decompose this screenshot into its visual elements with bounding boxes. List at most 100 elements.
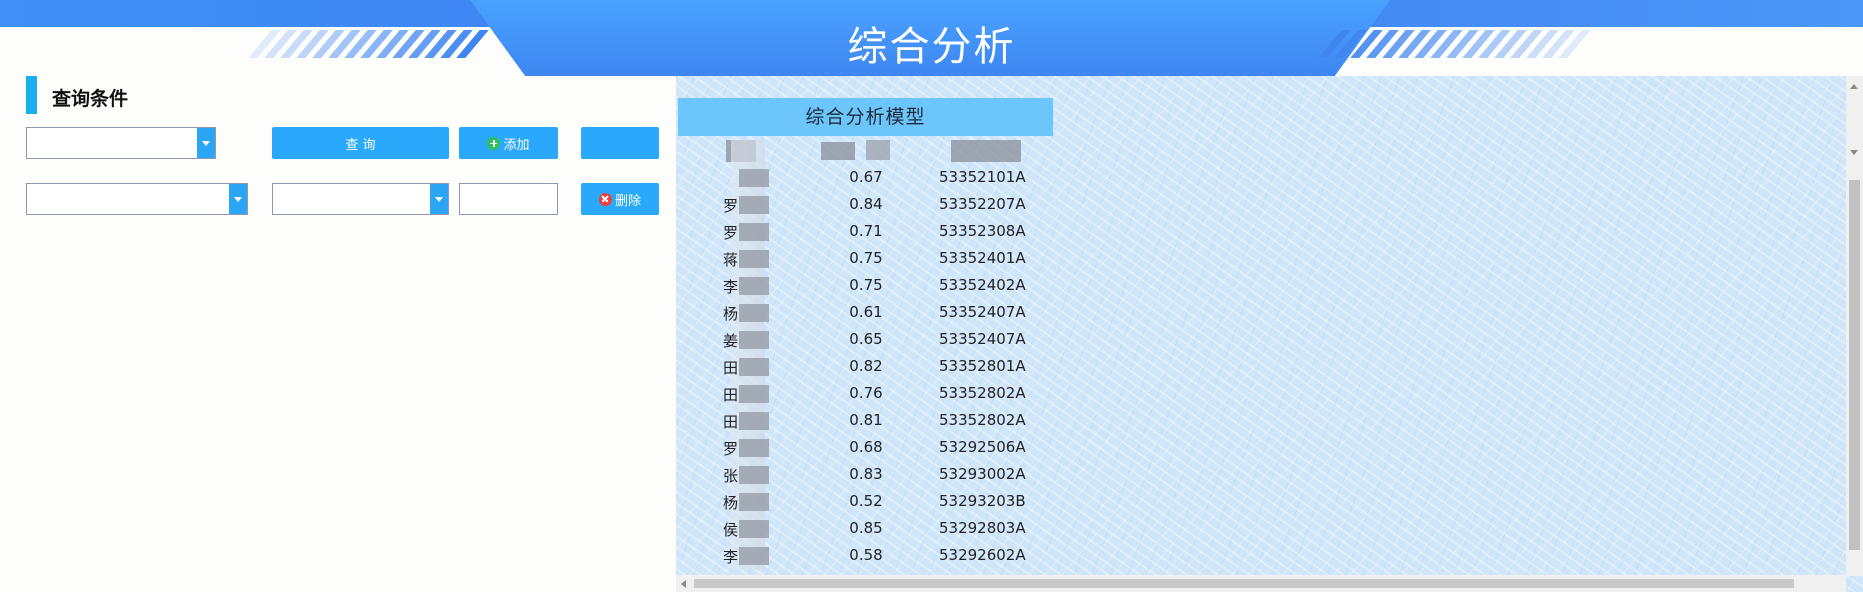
row-code: 53352407A [939, 303, 1026, 321]
table-row: 罗 0.84 53352207A [676, 192, 1056, 219]
table-row: 田 0.76 53352802A [676, 381, 1056, 408]
row-code: 53352801A [939, 357, 1026, 375]
redaction-mask [739, 412, 769, 430]
query-text-input[interactable] [459, 183, 558, 215]
scroll-up-icon[interactable] [1850, 84, 1858, 89]
query-section-title: 查询条件 [52, 88, 129, 110]
table-row: 罗 0.71 53352308A [676, 219, 1056, 246]
row-code: 53352802A [939, 384, 1026, 402]
page-title: 综合分析 [847, 24, 1016, 70]
row-name: 杨 [723, 492, 783, 513]
row-score: 0.52 [849, 492, 883, 510]
row-code: 53293002A [939, 465, 1026, 483]
blank-button[interactable] [581, 127, 659, 159]
table-row: 田 0.82 53352801A [676, 354, 1056, 381]
row-name: 姜 [723, 330, 783, 351]
scroll-down-icon[interactable] [1850, 150, 1858, 155]
redacted-header-3 [866, 140, 890, 160]
row-name: 田 [723, 411, 783, 432]
chevron-down-icon[interactable] [197, 128, 215, 158]
row-code: 53293203B [939, 492, 1026, 510]
row-code: 53352207A [939, 195, 1026, 213]
row-score: 0.71 [849, 222, 883, 240]
row-name: 张 [723, 465, 783, 486]
row-code: 53352101A [939, 168, 1026, 186]
row-score: 0.75 [849, 249, 883, 267]
redaction-mask [739, 277, 769, 295]
row-code: 53352308A [939, 222, 1026, 240]
redaction-mask [739, 547, 769, 565]
row-name-text: 姜 [723, 332, 739, 350]
table-row: 0.67 53352101A [676, 165, 1056, 192]
row-name-text: 张 [723, 467, 739, 485]
row-name-text: 田 [723, 413, 739, 431]
row-score: 0.83 [849, 465, 883, 483]
redaction-mask [739, 223, 769, 241]
row-code: 53352407A [939, 330, 1026, 348]
query-select-2[interactable] [26, 183, 248, 215]
row-name: 田 [723, 384, 783, 405]
row-name-text: 杨 [723, 305, 739, 323]
row-code: 53292506A [939, 438, 1026, 456]
row-name-text: 李 [723, 278, 739, 296]
row-score: 0.76 [849, 384, 883, 402]
page-header: 综合分析 [0, 0, 1863, 76]
table-row: 杨 0.52 53293203B [676, 489, 1056, 516]
row-score: 0.84 [849, 195, 883, 213]
chevron-down-icon[interactable] [430, 184, 448, 214]
redacted-header-2 [821, 142, 855, 160]
redaction-mask [739, 520, 769, 538]
delete-button[interactable]: 删除 [581, 183, 659, 215]
row-score: 0.65 [849, 330, 883, 348]
row-name: 蒋 [723, 249, 783, 270]
table-row: 李 0.75 53352402A [676, 273, 1056, 300]
row-name: 罗 [723, 195, 783, 216]
model-results-panel: 综合分析模型 0.67 53352101A 罗 0.84 53352207A 罗 0.71 5… [676, 76, 1863, 592]
vertical-scrollbar[interactable] [1846, 76, 1863, 576]
row-code: 53352402A [939, 276, 1026, 294]
row-name: 罗 [723, 438, 783, 459]
redaction-mask [739, 196, 769, 214]
row-name: 李 [723, 276, 783, 297]
row-name: 杨 [723, 303, 783, 324]
query-panel: 查询条件 查 询 添加 删除 [0, 76, 676, 592]
redaction-mask [739, 304, 769, 322]
model-table-title: 综合分析模型 [678, 98, 1053, 136]
redaction-mask [739, 439, 769, 457]
row-name-text: 田 [723, 386, 739, 404]
redaction-mask [739, 385, 769, 403]
query-select-1[interactable] [26, 127, 216, 159]
redaction-mask [739, 358, 769, 376]
row-score: 0.68 [849, 438, 883, 456]
plus-icon [487, 136, 501, 150]
query-button[interactable]: 查 询 [272, 127, 449, 159]
table-row: 杨 0.61 53352407A [676, 300, 1056, 327]
row-score: 0.67 [849, 168, 883, 186]
redaction-mask [739, 331, 769, 349]
add-button-label: 添加 [503, 137, 530, 153]
table-row: 张 0.83 53293002A [676, 462, 1056, 489]
table-row: 侯 0.85 53292803A [676, 516, 1056, 543]
table-row: 罗 0.68 53292506A [676, 435, 1056, 462]
row-code: 53292803A [939, 519, 1026, 537]
redaction-mask [739, 466, 769, 484]
row-name-text: 杨 [723, 494, 739, 512]
table-row: 李 0.58 53292602A [676, 543, 1056, 570]
redaction-mask [739, 169, 769, 187]
horizontal-scroll-thumb[interactable] [694, 579, 1794, 588]
horizontal-scrollbar[interactable] [676, 575, 1846, 592]
chevron-down-icon[interactable] [229, 184, 247, 214]
row-name: 田 [723, 357, 783, 378]
row-name: 侯 [723, 519, 783, 540]
scroll-left-icon[interactable] [681, 580, 686, 588]
row-score: 0.85 [849, 519, 883, 537]
row-name-text: 罗 [723, 440, 739, 458]
query-select-3[interactable] [272, 183, 449, 215]
row-name-text: 李 [723, 548, 739, 566]
redaction-mask [739, 250, 769, 268]
delete-button-label: 删除 [614, 193, 641, 209]
add-button[interactable]: 添加 [459, 127, 558, 159]
vertical-scroll-thumb[interactable] [1849, 180, 1860, 550]
row-code: 53352401A [939, 249, 1026, 267]
row-score: 0.58 [849, 546, 883, 564]
